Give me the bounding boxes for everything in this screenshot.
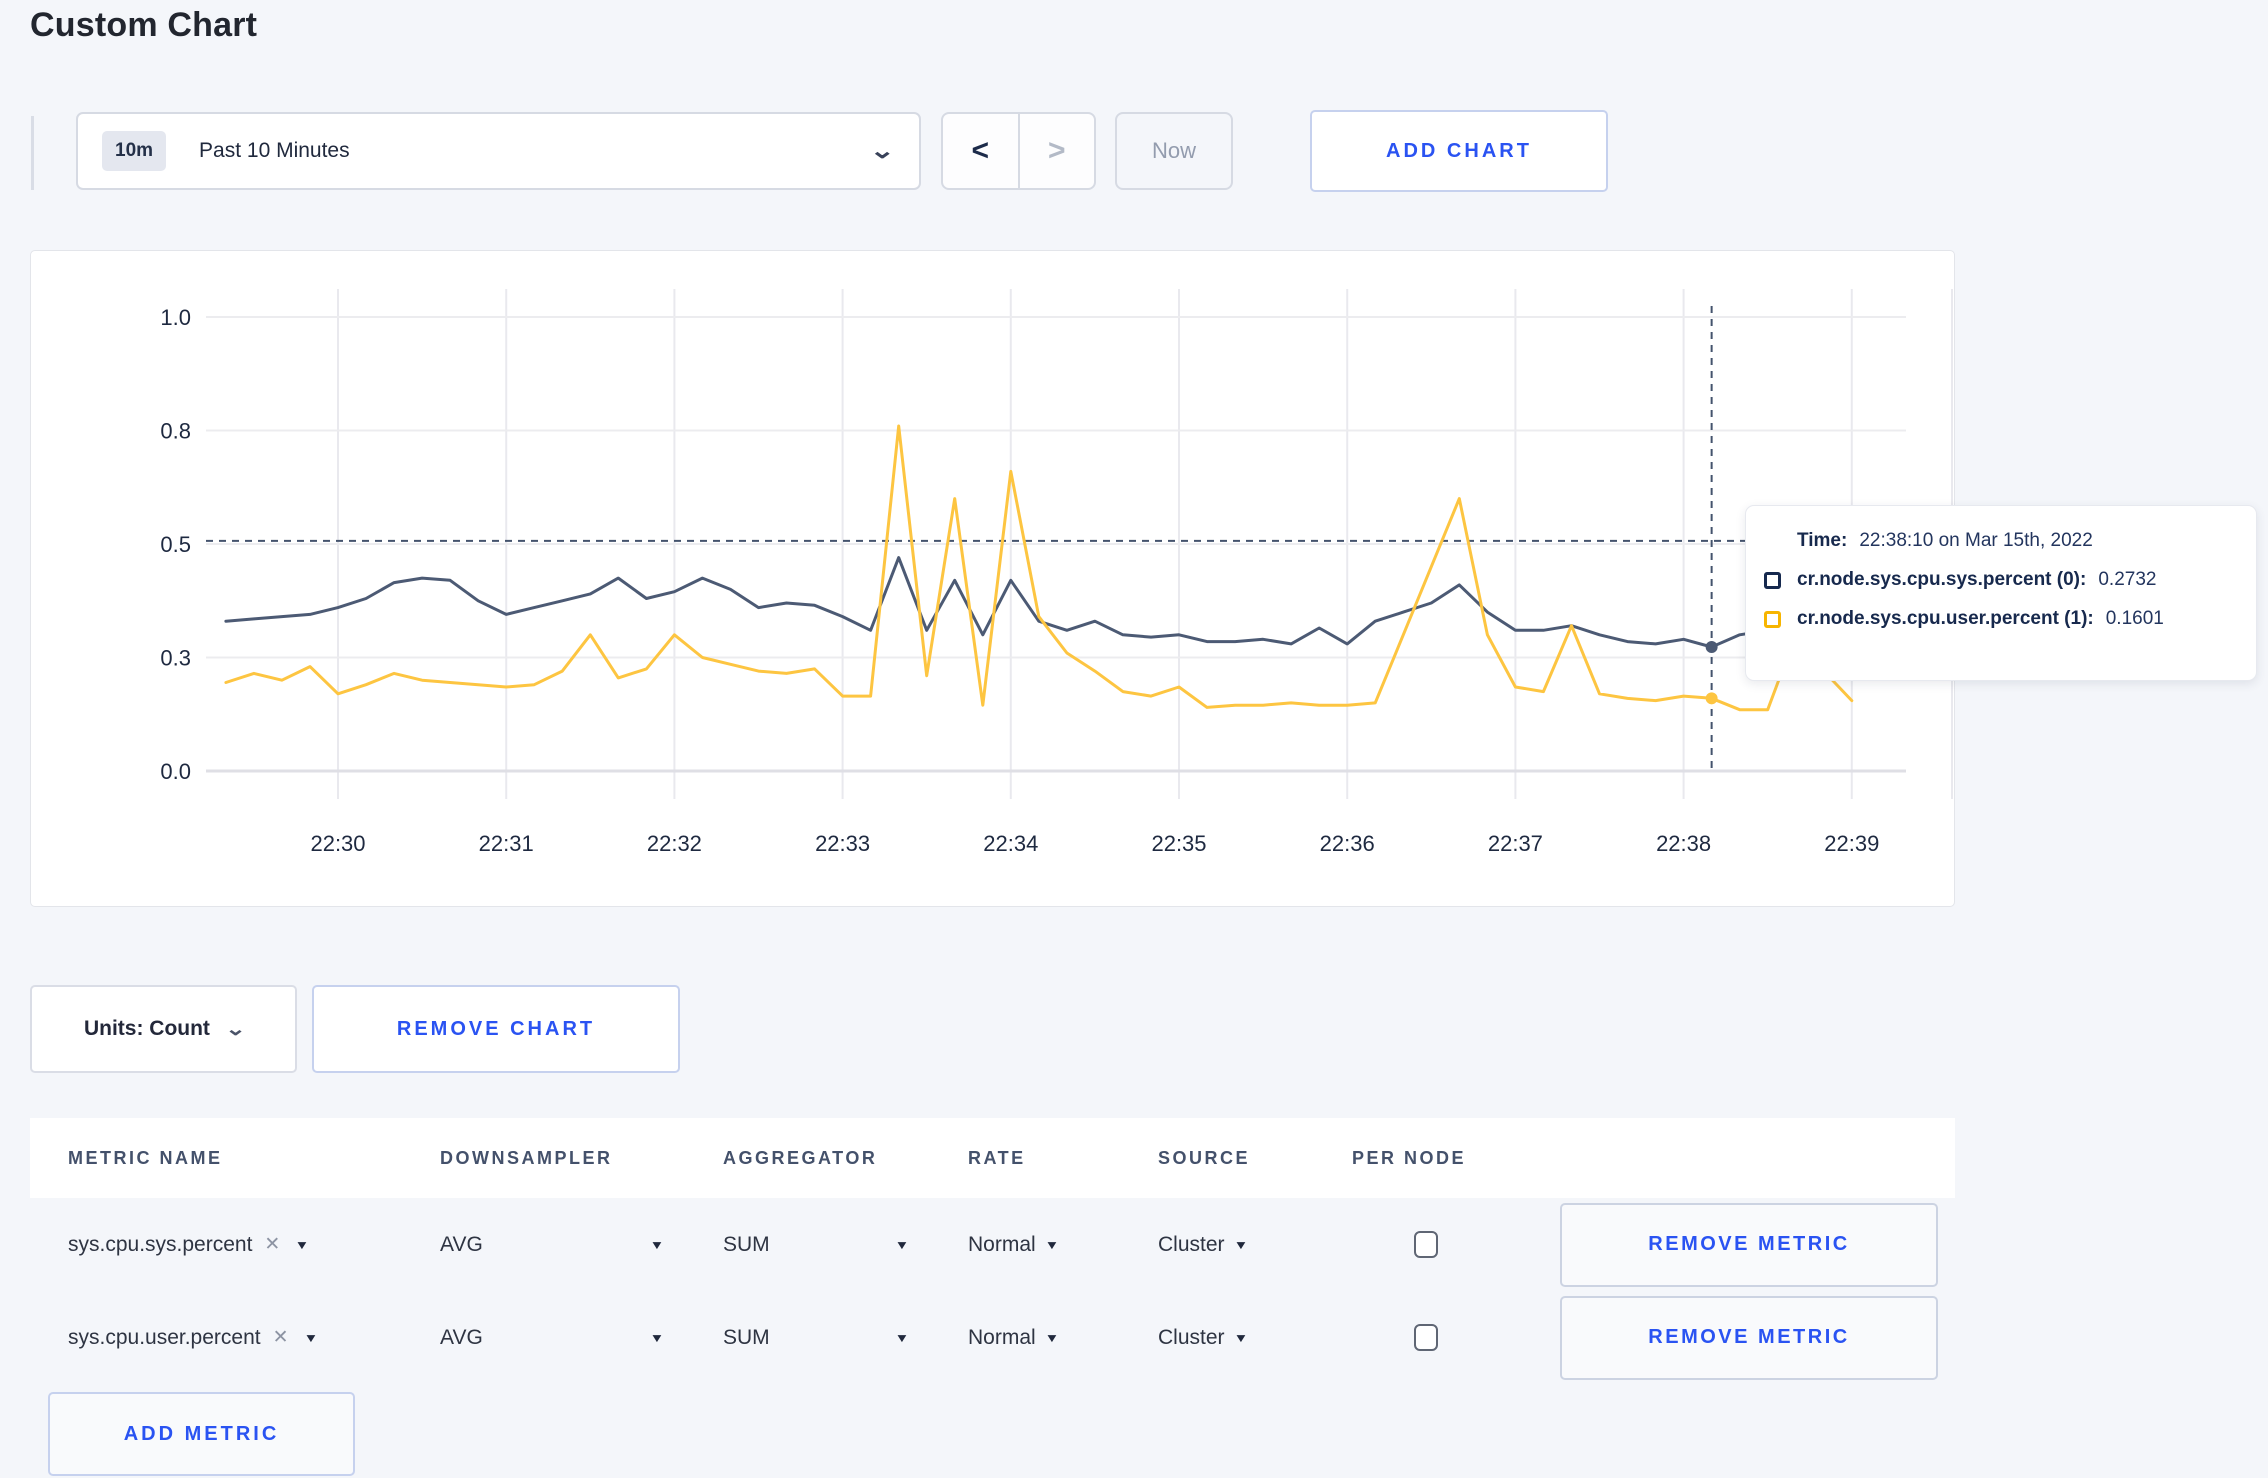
chevron-down-icon: ⌄ xyxy=(868,138,895,163)
tooltip-series-name: cr.node.sys.cpu.user.percent (1): xyxy=(1797,608,2094,629)
sys-series-hover-dot xyxy=(1705,640,1718,653)
x-axis-tick-label: 22:38 xyxy=(1656,831,1711,856)
source-value: Cluster xyxy=(1158,1232,1225,1256)
y-axis-tick-label: 0.3 xyxy=(160,646,191,671)
x-axis-tick-label: 22:32 xyxy=(647,831,702,856)
chart-tooltip: Time: 22:38:10 on Mar 15th, 2022 cr.node… xyxy=(1745,505,2257,681)
metric-name-cell: sys.cpu.sys.percent ✕ ▼ xyxy=(68,1233,440,1257)
metrics-chart-svg[interactable]: 22:30 22:31 22:32 22:33 22:34 22:35 22:36 22:37… xyxy=(31,251,1954,906)
source-dropdown[interactable]: Cluster ▼ xyxy=(1158,1233,1352,1257)
caret-down-icon: ▼ xyxy=(649,1237,665,1252)
remove-metric-cell: REMOVE METRIC xyxy=(1560,1295,1955,1380)
clear-metric-icon[interactable]: ✕ xyxy=(264,1233,280,1256)
tooltip-time-value: 22:38:10 on Mar 15th, 2022 xyxy=(1859,530,2093,551)
page-title: Custom Chart xyxy=(30,6,258,44)
caret-down-icon: ▼ xyxy=(1233,1330,1248,1345)
downsampler-dropdown[interactable]: AVG ▼ xyxy=(440,1326,723,1350)
units-label: Units: Count xyxy=(83,1017,210,1040)
x-axis-tick-label: 22:31 xyxy=(479,831,534,856)
time-range-badge: 10m xyxy=(102,131,167,171)
col-per-node: PER NODE xyxy=(1352,1147,1467,1168)
remove-metric-button[interactable]: REMOVE METRIC xyxy=(1560,1295,1938,1380)
tooltip-series-value: 0.2732 xyxy=(2098,569,2157,590)
per-node-cell xyxy=(1352,1231,1560,1258)
y-axis-tick-label: 1.0 xyxy=(160,305,191,330)
caret-down-icon: ▼ xyxy=(1044,1237,1060,1252)
metric-name-value: sys.cpu.sys.percent xyxy=(68,1232,253,1256)
aggregator-value: SUM xyxy=(723,1325,770,1349)
tooltip-series-value: 0.1601 xyxy=(2105,608,2164,629)
clear-metric-icon[interactable]: ✕ xyxy=(273,1326,289,1349)
aggregator-dropdown[interactable]: SUM ▼ xyxy=(723,1233,968,1257)
add-metric-button[interactable]: ADD METRIC xyxy=(48,1392,355,1476)
downsampler-dropdown[interactable]: AVG ▼ xyxy=(440,1233,723,1257)
caret-down-icon: ▼ xyxy=(894,1237,910,1252)
custom-chart-page: Custom Chart 10m Past 10 Minutes ⌄ < > N… xyxy=(0,0,2268,1478)
remove-metric-cell: REMOVE METRIC xyxy=(1560,1202,1955,1287)
metrics-table-rows: sys.cpu.sys.percent ✕ ▼ AVG ▼ SUM ▼ Normal ▼ Clus… xyxy=(30,1198,1955,1384)
caret-down-icon[interactable]: ▼ xyxy=(303,1331,318,1345)
downsampler-value: AVG xyxy=(440,1325,483,1349)
aggregator-value: SUM xyxy=(723,1232,770,1256)
units-select[interactable]: Units: Count ⌄ xyxy=(30,985,297,1073)
per-node-cell xyxy=(1352,1324,1560,1351)
metric-name-value: sys.cpu.user.percent xyxy=(68,1325,261,1349)
chevron-right-icon: > xyxy=(1047,134,1066,167)
user-percent-line-series xyxy=(224,424,1854,712)
tooltip-time-label: Time: xyxy=(1797,530,1848,551)
chart-card: 22:30 22:31 22:32 22:33 22:34 22:35 22:36 22:37… xyxy=(30,250,1955,907)
time-range-select[interactable]: 10m Past 10 Minutes ⌄ xyxy=(76,112,921,190)
rate-value: Normal xyxy=(968,1232,1036,1256)
x-axis-tick-label: 22:35 xyxy=(1151,831,1206,856)
sys-series-swatch-icon xyxy=(1764,571,1781,589)
y-axis-tick-label: 0.8 xyxy=(160,419,191,444)
y-axis-tick-label: 0.0 xyxy=(160,759,191,784)
caret-down-icon: ▼ xyxy=(1233,1237,1248,1252)
metric-name-cell: sys.cpu.user.percent ✕ ▼ xyxy=(68,1326,440,1350)
x-axis-tick-label: 22:34 xyxy=(983,831,1038,856)
x-axis-tick-label: 22:36 xyxy=(1320,831,1375,856)
user-series-hover-dot xyxy=(1705,692,1718,705)
rate-dropdown[interactable]: Normal ▼ xyxy=(968,1326,1158,1350)
col-metric-name: METRIC NAME xyxy=(68,1147,223,1168)
rate-value: Normal xyxy=(968,1325,1036,1349)
time-range-label: Past 10 Minutes xyxy=(199,139,350,162)
remove-chart-button[interactable]: REMOVE CHART xyxy=(312,985,680,1073)
per-node-checkbox[interactable] xyxy=(1414,1231,1438,1258)
x-axis-tick-label: 22:33 xyxy=(815,831,870,856)
table-row: sys.cpu.user.percent ✕ ▼ AVG ▼ SUM ▼ Normal ▼ Clu… xyxy=(30,1291,1955,1384)
prev-range-button[interactable]: < xyxy=(943,114,1020,188)
caret-down-icon: ▼ xyxy=(649,1330,665,1345)
x-axis-tick-label: 22:30 xyxy=(310,831,365,856)
remove-metric-button[interactable]: REMOVE METRIC xyxy=(1560,1202,1938,1287)
col-rate: RATE xyxy=(968,1147,1026,1168)
chevron-left-icon: < xyxy=(971,134,990,167)
source-value: Cluster xyxy=(1158,1325,1225,1349)
metrics-table-header: METRIC NAME DOWNSAMPLER AGGREGATOR RATE … xyxy=(30,1118,1955,1198)
per-node-checkbox[interactable] xyxy=(1414,1324,1438,1351)
sys-percent-line-series xyxy=(224,556,1854,649)
user-series-swatch-icon xyxy=(1764,610,1781,628)
aggregator-dropdown[interactable]: SUM ▼ xyxy=(723,1326,968,1350)
time-range-arrows: < > xyxy=(941,112,1096,190)
caret-down-icon: ▼ xyxy=(1044,1330,1060,1345)
x-axis-tick-label: 22:37 xyxy=(1488,831,1543,856)
y-axis-tick-label: 0.5 xyxy=(160,532,191,557)
rate-dropdown[interactable]: Normal ▼ xyxy=(968,1233,1158,1257)
toolbar-divider xyxy=(31,116,34,190)
col-aggregator: AGGREGATOR xyxy=(723,1147,878,1168)
next-range-button[interactable]: > xyxy=(1020,114,1095,188)
now-button[interactable]: Now xyxy=(1115,112,1233,190)
source-dropdown[interactable]: Cluster ▼ xyxy=(1158,1326,1352,1350)
tooltip-series-name: cr.node.sys.cpu.sys.percent (0): xyxy=(1797,569,2087,590)
col-source: SOURCE xyxy=(1158,1147,1251,1168)
chevron-down-icon: ⌄ xyxy=(224,1019,247,1039)
downsampler-value: AVG xyxy=(440,1232,483,1256)
caret-down-icon: ▼ xyxy=(894,1330,910,1345)
col-downsampler: DOWNSAMPLER xyxy=(440,1147,613,1168)
caret-down-icon[interactable]: ▼ xyxy=(295,1238,310,1252)
table-row: sys.cpu.sys.percent ✕ ▼ AVG ▼ SUM ▼ Normal ▼ Clus… xyxy=(30,1198,1955,1291)
add-chart-button[interactable]: ADD CHART xyxy=(1310,110,1608,192)
x-axis-tick-label: 22:39 xyxy=(1824,831,1879,856)
